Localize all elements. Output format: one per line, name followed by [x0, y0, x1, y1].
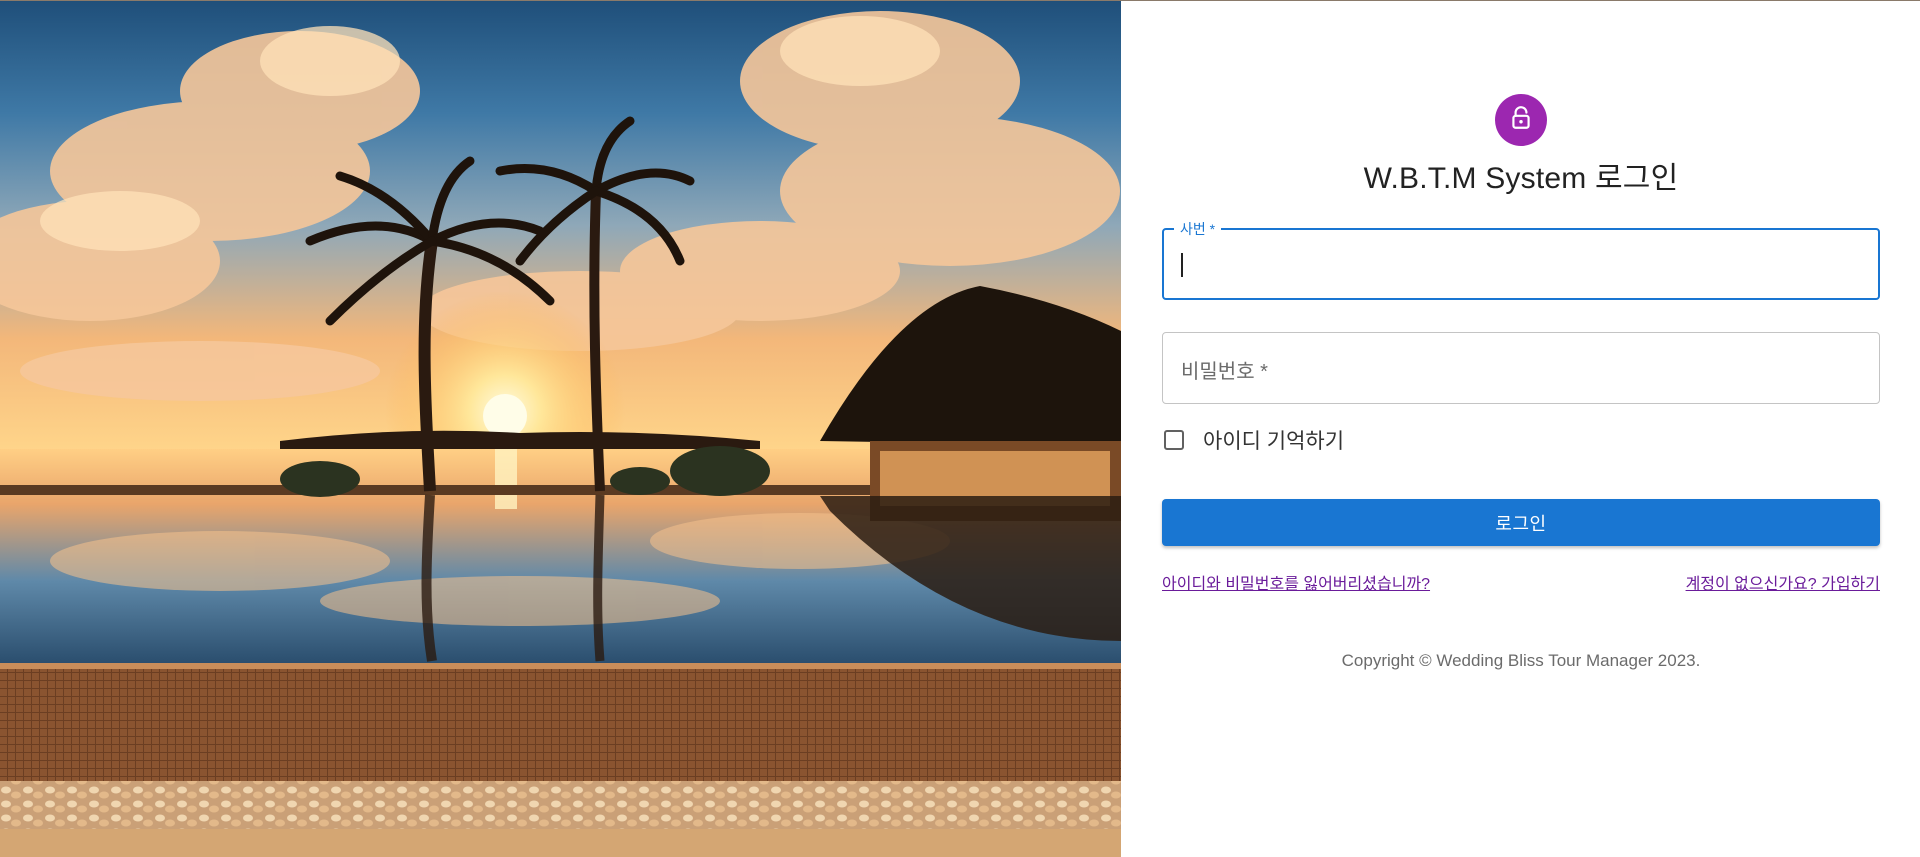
login-page: W.B.T.M System 로그인 사번 * 비밀번호 * 아이디 기억하기 …	[0, 0, 1920, 857]
login-button[interactable]: 로그인	[1162, 499, 1880, 546]
remember-id-label[interactable]: 아이디 기억하기	[1203, 425, 1344, 455]
employee-id-field[interactable]: 사번 *	[1162, 220, 1880, 300]
copyright-text: Copyright © Wedding Bliss Tour Manager 2…	[1341, 651, 1701, 670]
remember-id-row[interactable]: 아이디 기억하기	[1162, 425, 1344, 455]
remember-id-checkbox[interactable]	[1164, 430, 1184, 450]
hero-image	[0, 1, 1121, 857]
employee-id-input[interactable]	[1178, 230, 1864, 300]
text-caret	[1181, 253, 1183, 277]
lock-icon	[1508, 105, 1534, 136]
lock-avatar	[1495, 94, 1547, 146]
sunset-beach-illustration	[0, 1, 1121, 857]
signup-link[interactable]: 계정이 없으신가요? 가입하기	[1686, 570, 1880, 594]
page-title: W.B.T.M System 로그인	[1363, 162, 1679, 195]
password-input[interactable]	[1177, 333, 1865, 405]
login-panel: W.B.T.M System 로그인 사번 * 비밀번호 * 아이디 기억하기 …	[1121, 1, 1920, 857]
password-field[interactable]: 비밀번호 *	[1162, 332, 1880, 405]
forgot-credentials-link[interactable]: 아이디와 비밀번호를 잃어버리셨습니까?	[1162, 570, 1430, 594]
